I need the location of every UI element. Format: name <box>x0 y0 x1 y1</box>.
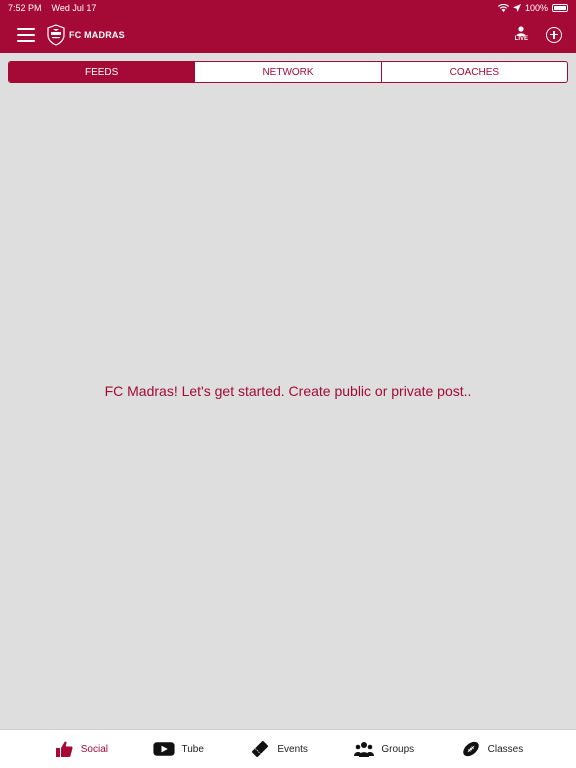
nav-tube[interactable]: Tube <box>153 740 204 758</box>
nav-social[interactable]: Social <box>53 740 108 758</box>
tab-feeds[interactable]: FEEDS <box>9 62 196 82</box>
nav-groups[interactable]: Groups <box>353 740 414 758</box>
nav-social-label: Social <box>80 743 108 755</box>
tab-network[interactable]: NETWORK <box>195 62 382 82</box>
club-crest-icon <box>47 23 65 46</box>
status-right: 100% <box>497 3 568 13</box>
ticket-icon <box>249 740 271 758</box>
status-bar: 7:52 PM Wed Jul 17 100% <box>0 0 576 16</box>
segmented-tabs: FEEDS NETWORK COACHES <box>8 61 568 83</box>
empty-feed-message: FC Madras! Let's get started. Create pub… <box>104 383 472 399</box>
nav-actions: LIVE <box>515 26 562 43</box>
tab-coaches[interactable]: COACHES <box>382 62 567 82</box>
person-icon <box>516 26 526 36</box>
battery-percent: 100% <box>524 3 548 13</box>
status-date: Wed Jul 17 <box>51 3 97 13</box>
nav-groups-label: Groups <box>381 743 415 755</box>
add-post-icon[interactable] <box>546 26 562 43</box>
wifi-icon <box>497 4 509 12</box>
nav-tube-label: Tube <box>181 743 204 755</box>
battery-icon <box>552 4 568 12</box>
logo: FC MADRAS <box>47 23 125 46</box>
bottom-tab-bar: Social Tube Events Groups Classes <box>0 729 576 768</box>
nav-events[interactable]: Events <box>249 740 308 758</box>
live-button[interactable]: LIVE <box>515 26 528 43</box>
nav-bar: FC MADRAS LIVE <box>0 16 576 53</box>
status-time: 7:52 PM <box>8 3 42 13</box>
nav-classes[interactable]: Classes <box>460 740 524 758</box>
menu-icon[interactable] <box>15 26 37 44</box>
group-icon <box>353 740 375 758</box>
location-icon <box>512 4 521 12</box>
play-icon <box>153 740 176 758</box>
live-label: LIVE <box>514 36 528 42</box>
football-icon <box>460 740 482 758</box>
logo-text: FC MADRAS <box>69 29 125 40</box>
nav-events-label: Events <box>277 743 308 755</box>
thumbs-up-icon <box>53 740 75 758</box>
nav-classes-label: Classes <box>487 743 524 755</box>
